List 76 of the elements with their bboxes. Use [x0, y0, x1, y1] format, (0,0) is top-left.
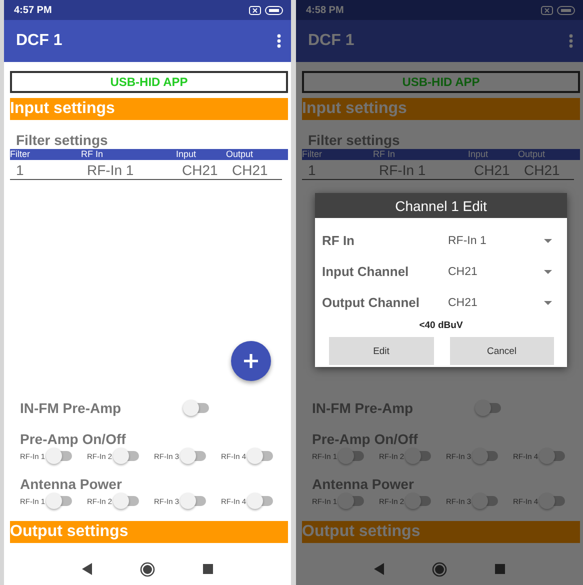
app-title: DCF 1 — [16, 32, 62, 50]
table-cell-text: CH21 — [524, 162, 561, 178]
add-button[interactable] — [231, 341, 271, 381]
column-header: RF In — [373, 149, 396, 160]
column-header: RF In — [81, 149, 104, 160]
home-icon[interactable] — [140, 562, 155, 576]
toggle-switch[interactable] — [183, 400, 210, 416]
toggle-switch[interactable] — [338, 448, 364, 464]
back-icon[interactable] — [82, 563, 92, 575]
dropdown-arrow-icon — [544, 270, 552, 274]
toggle-switch[interactable] — [180, 493, 206, 509]
table-cell-text: CH21 — [474, 162, 511, 178]
table-cell-text: RF-In 1 — [379, 162, 427, 178]
dialog-button[interactable]: Edit — [329, 337, 434, 365]
app-banner: USB-HID APP — [302, 71, 580, 93]
preamp-title: Pre-Amp On/Off — [20, 431, 127, 447]
antenna-title: Antenna Power — [312, 476, 415, 492]
toggle-switch[interactable] — [46, 493, 72, 509]
table-cell-text: CH21 — [232, 162, 269, 178]
notification-icon — [249, 6, 261, 14]
column-header: Input — [468, 149, 490, 160]
toggle-switch[interactable] — [405, 448, 432, 464]
dropdown-arrow-icon — [544, 300, 552, 304]
table-row[interactable]: 1 RF-In 1 CH21 CH21 — [10, 160, 282, 180]
field-label: Output Channel — [322, 295, 420, 310]
battery-icon — [557, 6, 575, 14]
table-cell-text: 1 — [308, 162, 317, 178]
toggle-switch[interactable] — [247, 448, 274, 464]
filter-settings-title: Filter settings — [308, 132, 401, 148]
toggle-switch[interactable] — [472, 448, 498, 464]
column-header: Filter — [10, 149, 31, 160]
column-header: Input — [176, 149, 198, 160]
filter-settings-title: Filter settings — [16, 132, 109, 148]
app-banner: USB-HID APP — [10, 71, 288, 93]
toggle-switch[interactable] — [46, 448, 72, 464]
column-header: Output — [226, 149, 254, 160]
section-header: Output settings — [302, 521, 580, 543]
toggle-switch[interactable] — [180, 448, 206, 464]
field-label: Input Channel — [322, 264, 410, 279]
dropdown[interactable]: CH21 — [448, 296, 552, 308]
app-title: DCF 1 — [308, 32, 354, 50]
toggle-switch[interactable] — [338, 493, 364, 509]
dropdown[interactable]: RF-In 1 — [448, 234, 552, 246]
table-cell-text: 1 — [16, 162, 25, 178]
table-cell-text: CH21 — [182, 162, 219, 178]
fm-preamp-label: IN-FM Pre-Amp — [20, 400, 122, 416]
table-cell-text: RF-In 1 — [87, 162, 135, 178]
toggle-switch[interactable] — [113, 493, 140, 509]
status-time: 4:58 PM — [306, 4, 344, 16]
preamp-title: Pre-Amp On/Off — [312, 431, 419, 447]
toggle-switch[interactable] — [475, 400, 502, 416]
toggle-switch[interactable] — [247, 493, 274, 509]
dialog-button[interactable]: Cancel — [450, 337, 554, 365]
plus-icon — [243, 353, 259, 369]
dropdown-arrow-icon — [544, 238, 552, 242]
battery-icon — [265, 6, 283, 14]
antenna-title: Antenna Power — [20, 476, 123, 492]
section-header: Output settings — [10, 521, 288, 543]
fm-preamp-label: IN-FM Pre-Amp — [312, 400, 414, 416]
status-time: 4:57 PM — [14, 4, 52, 16]
toggle-switch[interactable] — [539, 493, 566, 509]
toggle-switch[interactable] — [113, 448, 140, 464]
dialog-title: Channel 1 Edit — [315, 193, 567, 218]
section-header: Input settings — [302, 98, 580, 120]
toggle-switch[interactable] — [472, 493, 498, 509]
toggle-switch[interactable] — [539, 448, 566, 464]
more-options-icon[interactable] — [277, 34, 281, 48]
column-header: Output — [518, 149, 546, 160]
more-options-icon[interactable] — [569, 34, 573, 48]
toggle-switch[interactable] — [405, 493, 432, 509]
section-header: Input settings — [10, 98, 288, 120]
field-label: RF In — [322, 233, 356, 248]
column-header: Filter — [302, 149, 323, 160]
dropdown[interactable]: CH21 — [448, 266, 552, 278]
signal-level: <40 dBuV — [418, 320, 464, 331]
notification-icon — [541, 6, 553, 14]
